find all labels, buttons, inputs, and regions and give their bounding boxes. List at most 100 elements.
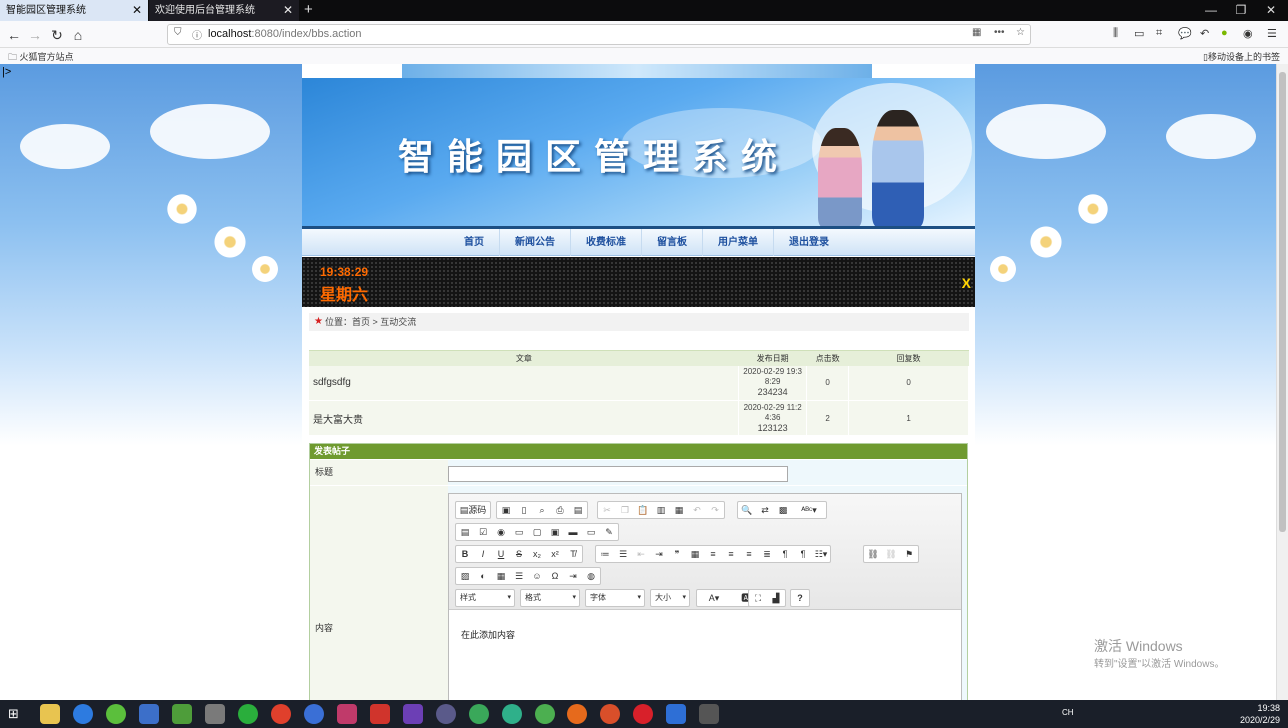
forward-icon[interactable]: →	[25, 25, 45, 45]
tab-park-system[interactable]: 智能园区管理系统 ✕	[0, 0, 148, 21]
paste-text-icon[interactable]: ▥	[652, 502, 670, 518]
library-icon[interactable]: ⫼	[1113, 27, 1118, 40]
show-blocks-icon[interactable]: ▟	[767, 590, 785, 606]
print-icon[interactable]: ⎙	[551, 502, 569, 518]
app-teal-icon[interactable]	[502, 704, 522, 724]
textarea-icon[interactable]: ▢	[528, 524, 546, 540]
more-actions-icon[interactable]: •••	[994, 27, 1005, 38]
style-combo[interactable]: 样式 ▾	[455, 589, 515, 607]
italic-icon[interactable]: I	[474, 546, 492, 562]
menu-item-home[interactable]: 首页	[449, 229, 500, 256]
firefox-icon[interactable]	[567, 704, 587, 724]
undo-icon[interactable]: ↶	[1200, 27, 1209, 40]
breadcrumb-home[interactable]: 首页	[352, 317, 370, 327]
menu-item-logout[interactable]: 退出登录	[774, 229, 844, 256]
spellcheck-icon[interactable]: ᴬᴮᶜ▾	[792, 502, 826, 518]
image-icon[interactable]: ▨	[456, 568, 474, 584]
redo-icon[interactable]: ↷	[706, 502, 724, 518]
menu-item-news[interactable]: 新闻公告	[500, 229, 571, 256]
rtl-icon[interactable]: ¶	[794, 546, 812, 562]
bookmark-star-icon[interactable]: ☆	[1016, 27, 1025, 38]
opera-icon[interactable]	[633, 704, 653, 724]
wechat-icon[interactable]	[238, 704, 258, 724]
app-green2-icon[interactable]	[535, 704, 555, 724]
file-explorer-icon[interactable]	[40, 704, 60, 724]
replace-icon[interactable]: ⇄	[756, 502, 774, 518]
close-icon[interactable]: ✕	[132, 0, 142, 21]
shield-icon[interactable]: ⛉	[174, 27, 182, 38]
special-char-icon[interactable]: Ω	[546, 568, 564, 584]
ie-browser-icon[interactable]	[73, 704, 93, 724]
div-container-icon[interactable]: ▦	[686, 546, 704, 562]
align-center-icon[interactable]: ≡	[722, 546, 740, 562]
chrome2-icon[interactable]	[600, 704, 620, 724]
restore-icon[interactable]: ❐	[1226, 0, 1256, 20]
language-icon[interactable]: ☷▾	[812, 546, 830, 562]
article-title-link[interactable]: sdfgsdfg	[309, 365, 740, 401]
menu-item-fees[interactable]: 收费标准	[571, 229, 642, 256]
title-input[interactable]	[448, 466, 788, 482]
close-window-icon[interactable]: ✕	[1256, 0, 1286, 20]
numbered-list-icon[interactable]: ≔	[596, 546, 614, 562]
radio-icon[interactable]: ◉	[492, 524, 510, 540]
form-icon[interactable]: ▤	[456, 524, 474, 540]
button-icon[interactable]: ▬	[564, 524, 582, 540]
indent-icon[interactable]: ⇥	[650, 546, 668, 562]
page-break-icon[interactable]: ⇥	[564, 568, 582, 584]
new-tab-button[interactable]: +	[304, 0, 313, 20]
superscript-icon[interactable]: x²	[546, 546, 564, 562]
app-leaf-icon[interactable]	[469, 704, 489, 724]
url-text[interactable]: localhost:8080/index/bbs.action	[208, 28, 362, 40]
address-bar[interactable]: ⛉ ⓘ localhost:8080/index/bbs.action ▦ ••…	[167, 24, 1031, 45]
menu-item-user[interactable]: 用户菜单	[703, 229, 774, 256]
input-language[interactable]: CH	[1062, 708, 1074, 717]
size-combo[interactable]: 大小 ▾	[650, 589, 690, 607]
align-right-icon[interactable]: ≡	[740, 546, 758, 562]
blockquote-icon[interactable]: ❞	[668, 546, 686, 562]
qr-code-icon[interactable]: ▦	[972, 27, 981, 38]
unlink-icon[interactable]: ⛓	[882, 546, 900, 562]
java-icon[interactable]	[370, 704, 390, 724]
copy-icon[interactable]: ❐	[616, 502, 634, 518]
new-page-icon[interactable]: ▯	[515, 502, 533, 518]
select-field-icon[interactable]: ▣	[546, 524, 564, 540]
checkbox-icon[interactable]: ☑	[474, 524, 492, 540]
menu-icon[interactable]: ☰	[1267, 27, 1277, 40]
scrollbar-thumb[interactable]	[1279, 72, 1286, 532]
table-icon[interactable]: ▦	[492, 568, 510, 584]
editor-content-area[interactable]: 在此添加内容	[449, 611, 961, 700]
smiley-icon[interactable]: ☺	[528, 568, 546, 584]
ltr-icon[interactable]: ¶	[776, 546, 794, 562]
home-icon[interactable]: ⌂	[68, 25, 88, 45]
preview-icon[interactable]: ⌕	[533, 502, 551, 518]
article-title-link[interactable]: 是大富大贵	[309, 400, 740, 436]
bullet-list-icon[interactable]: ☰	[614, 546, 632, 562]
textfield-icon[interactable]: ▭	[510, 524, 528, 540]
account-icon[interactable]: ◉	[1243, 27, 1253, 40]
font-combo[interactable]: 字体 ▾	[585, 589, 645, 607]
visual-studio-icon[interactable]	[403, 704, 423, 724]
info-icon[interactable]: ⓘ	[192, 27, 202, 42]
app-purple-icon[interactable]	[337, 704, 357, 724]
menu-item-guestbook[interactable]: 留言板	[642, 229, 703, 256]
remove-format-icon[interactable]: T̸	[564, 546, 582, 562]
save-icon[interactable]: ▣	[497, 502, 515, 518]
maximize-icon[interactable]: ⛶	[749, 590, 767, 606]
justify-icon[interactable]: ≣	[758, 546, 776, 562]
tab-admin-system[interactable]: 欢迎使用后台管理系统 ✕	[149, 0, 299, 21]
app-green-icon[interactable]	[106, 704, 126, 724]
find-icon[interactable]: 🔍	[738, 502, 756, 518]
page-scrollbar[interactable]	[1276, 64, 1288, 700]
text-color-icon[interactable]: A▾	[697, 590, 731, 606]
outdent-icon[interactable]: ⇤	[632, 546, 650, 562]
app-terminal-icon[interactable]	[699, 704, 719, 724]
chrome-icon[interactable]	[271, 704, 291, 724]
app-tool-icon[interactable]	[172, 704, 192, 724]
flash-icon[interactable]: ◐	[474, 568, 492, 584]
bookmark-mobile[interactable]: ▯移动设备上的书签	[1203, 50, 1280, 63]
undo-icon[interactable]: ↶	[688, 502, 706, 518]
reload-icon[interactable]: ↻	[47, 25, 67, 45]
back-icon[interactable]: ←	[4, 25, 24, 45]
system-clock[interactable]: 19:38 2020/2/29	[1240, 702, 1280, 726]
subscript-icon[interactable]: x₂	[528, 546, 546, 562]
